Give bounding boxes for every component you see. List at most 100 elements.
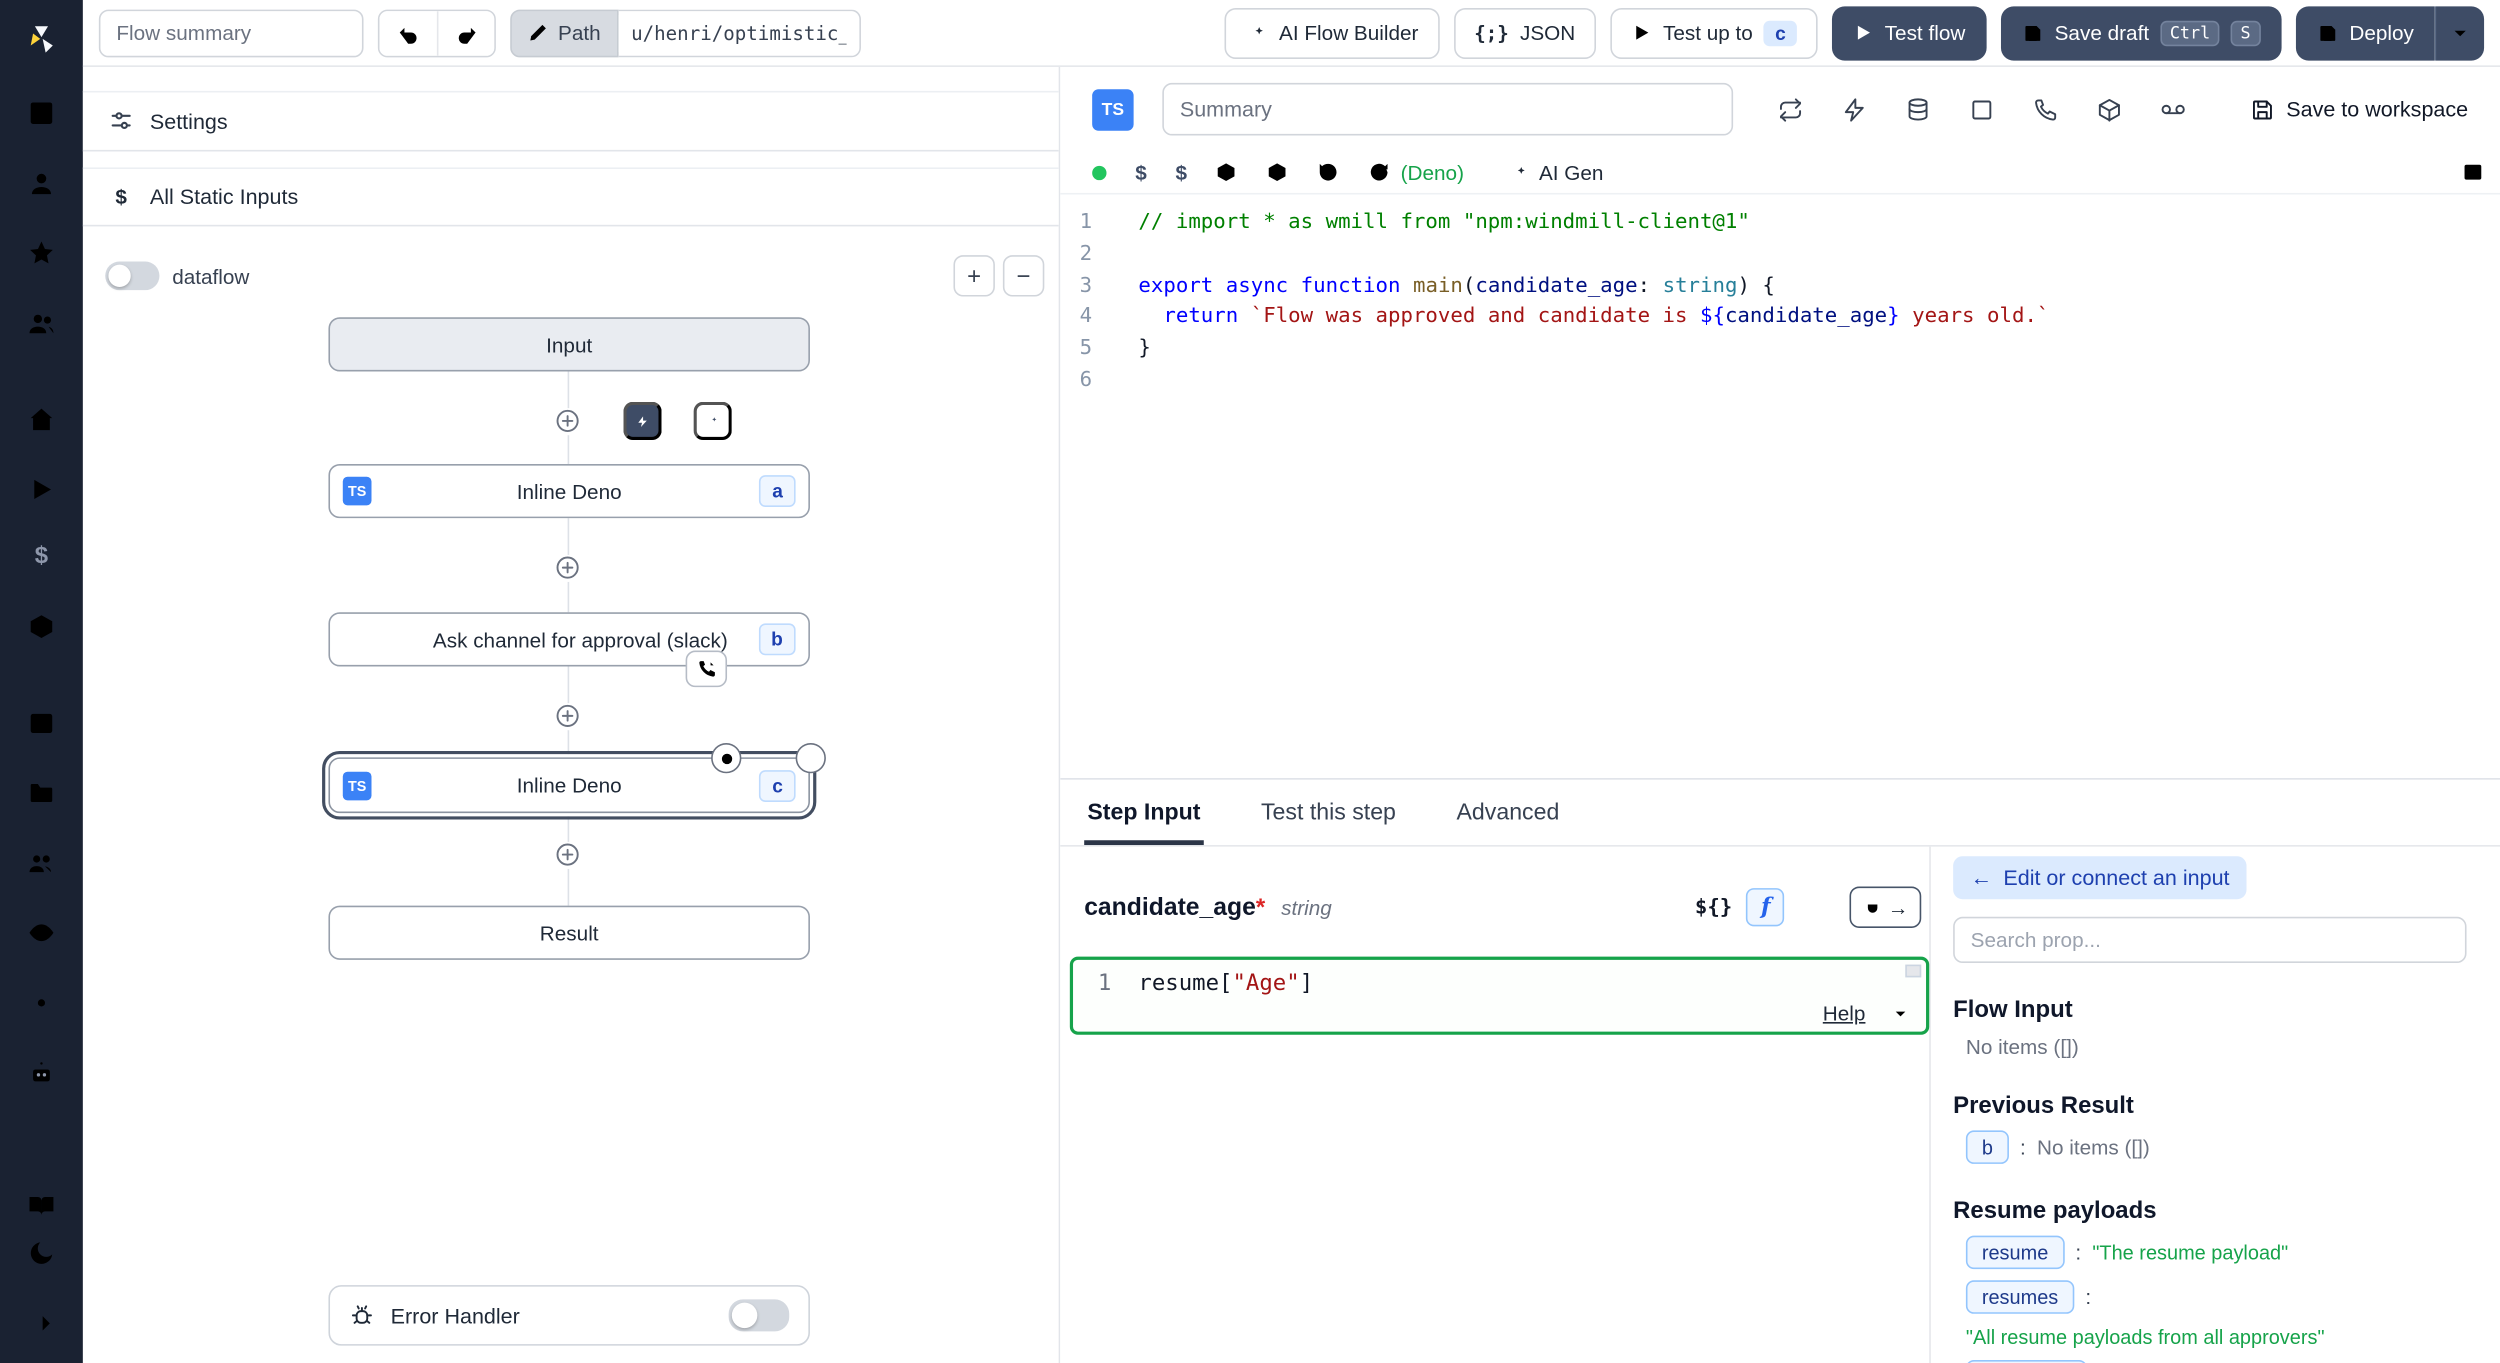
expr-tokens: resume["Age"]: [1138, 970, 1313, 996]
prop-chip-b[interactable]: b: [1966, 1130, 2009, 1163]
dollar-icon[interactable]: $: [1135, 160, 1147, 184]
delete-step-close-icon[interactable]: [796, 743, 826, 773]
workers-robot-icon[interactable]: [27, 1059, 56, 1088]
star-icon[interactable]: [27, 239, 56, 268]
node-input[interactable]: Input: [328, 317, 810, 371]
library-panel-icon[interactable]: [2462, 161, 2484, 183]
flow-settings-row[interactable]: Settings: [83, 91, 1059, 152]
save-draft-button[interactable]: Save draft Ctrl S: [2000, 6, 2280, 60]
play-outline-icon: [1631, 22, 1652, 43]
box-icon[interactable]: [2097, 96, 2123, 122]
zap-icon[interactable]: [1842, 96, 1868, 122]
summary-input[interactable]: [1162, 83, 1733, 136]
ai-wand-button[interactable]: [694, 402, 732, 440]
path-edit-button[interactable]: Path: [510, 9, 618, 57]
prop-chip-resume[interactable]: resume: [1966, 1236, 2064, 1269]
previous-result-row: b : No items ([]): [1953, 1130, 2500, 1163]
template-dollar-braces-button[interactable]: ${}: [1695, 895, 1732, 919]
tab-advanced[interactable]: Advanced: [1453, 784, 1562, 845]
history-icon[interactable]: [1318, 161, 1340, 183]
ts-lang-badge[interactable]: TS: [1092, 88, 1133, 129]
tab-test-this-step[interactable]: Test this step: [1258, 784, 1399, 845]
prop-chip-resumes[interactable]: resumes: [1966, 1280, 2074, 1313]
insert-step-plus-icon[interactable]: [555, 703, 582, 730]
columns-icon[interactable]: [27, 99, 56, 128]
node-title: Inline Deno: [517, 479, 622, 503]
settings-gear-icon[interactable]: [27, 989, 56, 1018]
deploy-button[interactable]: Deploy: [2295, 6, 2434, 60]
node-result[interactable]: Result: [328, 906, 810, 960]
home-icon[interactable]: [27, 405, 56, 434]
deploy-more-chevron-button[interactable]: [2435, 6, 2484, 60]
dataflow-toggle[interactable]: [105, 261, 159, 290]
node-approval-slack[interactable]: Ask channel for approval (slack) b: [328, 612, 810, 666]
package-icon[interactable]: [1216, 161, 1238, 183]
ai-flow-builder-button[interactable]: AI Flow Builder: [1225, 7, 1439, 58]
path-input[interactable]: [618, 9, 860, 57]
flow-settings-label: Settings: [150, 109, 228, 133]
redo-button[interactable]: [437, 10, 494, 55]
repeat-icon[interactable]: [1778, 96, 1804, 122]
chevron-down-icon[interactable]: [1891, 1004, 1910, 1023]
sliders-icon: [108, 108, 134, 134]
connect-input-plug-button[interactable]: →: [1850, 886, 1922, 927]
code-editor[interactable]: 1// import * as wmill from "npm:windmill…: [1060, 195, 2500, 397]
zoom-out-button[interactable]: −: [1003, 255, 1044, 296]
phone-icon[interactable]: [2033, 96, 2059, 122]
voicemail-icon[interactable]: [2160, 96, 2186, 122]
test-flow-button[interactable]: Test flow: [1832, 6, 1986, 60]
expr-tools: ${} f: [1695, 888, 1785, 926]
groups-icon[interactable]: [27, 848, 56, 877]
edit-connect-input-button[interactable]: ← Edit or connect an input: [1953, 856, 2247, 899]
schedules-calendar-icon[interactable]: [27, 708, 56, 737]
insert-step-plus-icon[interactable]: [555, 408, 582, 435]
test-up-to-button[interactable]: Test up to c: [1610, 7, 1817, 58]
error-handler-row[interactable]: Error Handler: [328, 1285, 810, 1346]
move-crosshair-icon[interactable]: [711, 743, 741, 773]
audit-eye-icon[interactable]: [27, 918, 56, 947]
square-icon[interactable]: [1969, 96, 1995, 122]
flow-input-empty: No items ([]): [1953, 1035, 2500, 1059]
user-icon[interactable]: [27, 169, 56, 198]
error-handler-toggle[interactable]: [729, 1299, 790, 1331]
suspend-phone-incoming-icon[interactable]: [686, 651, 727, 688]
undo-button[interactable]: [379, 10, 436, 55]
step-id-badge: b: [758, 623, 795, 655]
dark-mode-moon-icon[interactable]: [27, 1239, 56, 1268]
tab-step-input[interactable]: Step Input: [1084, 784, 1203, 845]
run-play-icon[interactable]: [27, 475, 56, 504]
test-up-to-label: Test up to: [1663, 21, 1753, 45]
folders-icon[interactable]: [27, 778, 56, 807]
status-dot: [1092, 165, 1106, 179]
users-icon[interactable]: [27, 309, 56, 338]
expression-editor[interactable]: 1 resume["Age"] Help: [1070, 957, 1929, 1035]
insert-step-plus-icon[interactable]: [555, 555, 582, 582]
zoom-in-button[interactable]: +: [953, 255, 994, 296]
ai-gen-button[interactable]: AI Gen: [1509, 160, 1604, 184]
variables-dollar-icon[interactable]: $: [35, 542, 48, 571]
collapse-arrow-right-icon[interactable]: [27, 1309, 56, 1338]
refresh-icon[interactable]: [1369, 161, 1391, 183]
dollar-icon[interactable]: $: [1175, 160, 1187, 184]
resources-box-icon[interactable]: [27, 612, 56, 641]
help-link[interactable]: Help: [1823, 1001, 1866, 1025]
resize-handle[interactable]: [1905, 965, 1921, 978]
search-prop-input[interactable]: [1953, 917, 2466, 963]
save-to-workspace-button[interactable]: Save to workspace: [2250, 96, 2469, 122]
sidebar: $: [0, 0, 83, 1363]
insert-step-plus-icon[interactable]: [555, 842, 582, 869]
node-inline-deno-a[interactable]: TS Inline Deno a: [328, 464, 810, 518]
docs-book-icon[interactable]: [27, 1191, 56, 1220]
function-button[interactable]: f: [1747, 888, 1785, 926]
static-inputs-row[interactable]: $ All Static Inputs: [83, 167, 1059, 226]
colon: :: [2020, 1135, 2026, 1159]
flow-summary-input[interactable]: [99, 9, 364, 57]
database-icon[interactable]: [1905, 96, 1931, 122]
windmill-logo-icon[interactable]: [19, 16, 64, 61]
dataflow-toggle-row: dataflow: [105, 261, 249, 290]
deploy-label: Deploy: [2349, 21, 2414, 45]
package-icon[interactable]: [1267, 161, 1289, 183]
json-button[interactable]: {;} JSON: [1454, 7, 1596, 58]
step-pane: Step Input Test this step Advanced candi…: [1060, 778, 2500, 1363]
trigger-bolt-button[interactable]: [623, 402, 661, 440]
